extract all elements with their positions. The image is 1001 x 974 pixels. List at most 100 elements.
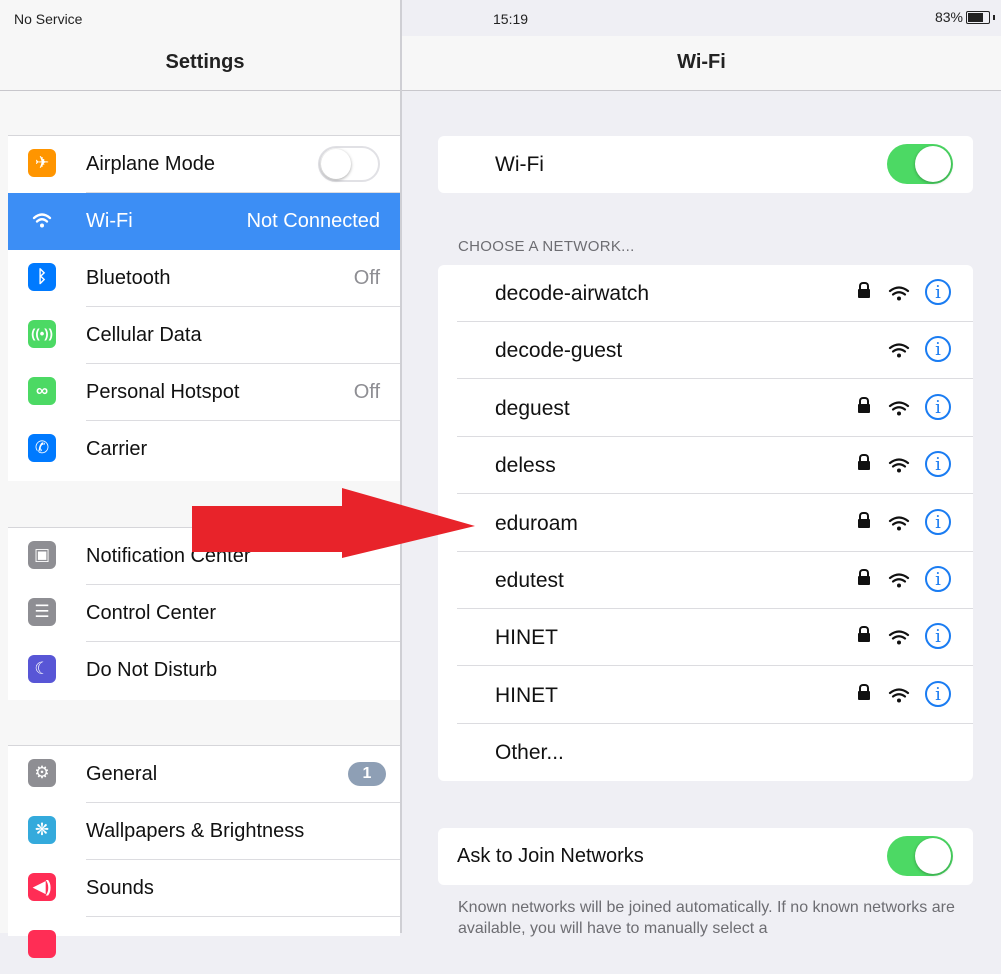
wifi-signal-icon (888, 687, 910, 705)
network-name: HINET (495, 683, 558, 707)
toggle-knob (915, 838, 951, 874)
info-icon[interactable]: i (925, 393, 951, 420)
sidebar-item-sounds[interactable]: ◀) Sounds (8, 860, 400, 917)
network-row-other[interactable]: Other... (438, 724, 973, 781)
network-row[interactable]: HINET i (438, 609, 973, 667)
network-name: deless (495, 454, 556, 478)
sidebar-item-label: Sounds (86, 877, 154, 899)
info-icon[interactable]: i (925, 451, 951, 478)
cellular-icon: ((•)) (28, 320, 56, 348)
settings-title: Settings (165, 51, 245, 73)
settings-group-connectivity: ✈ Airplane Mode Wi-Fi Not Connected ᛒ Bl… (8, 135, 400, 481)
gear-icon: ⚙ (28, 759, 56, 787)
hotspot-status-value: Off (353, 381, 380, 403)
battery-tip (993, 14, 995, 20)
app-icon (28, 930, 56, 958)
network-row[interactable]: decode-guest i (438, 322, 973, 380)
ask-join-toggle[interactable] (887, 836, 953, 876)
sidebar-item-next[interactable] (8, 917, 400, 974)
sidebar-item-personal-hotspot[interactable]: ∞ Personal Hotspot Off (8, 364, 400, 421)
sidebar-item-label: Control Center (86, 602, 217, 624)
sidebar-item-general[interactable]: ⚙ General 1 (8, 746, 400, 803)
network-row[interactable]: deguest i (438, 380, 973, 437)
settings-group-general: ⚙ General 1 ❋ Wallpapers & Brightness ◀)… (8, 745, 400, 958)
sidebar-item-wifi[interactable]: Wi-Fi Not Connected (8, 193, 400, 250)
notification-icon: ▣ (28, 541, 56, 569)
pane-divider (400, 0, 402, 933)
battery-fill (968, 12, 983, 22)
wifi-signal-icon (888, 515, 910, 533)
wifi-toggle[interactable] (887, 144, 953, 184)
wifi-signal-icon (888, 285, 910, 303)
info-icon[interactable]: i (925, 508, 951, 535)
battery-percent: 83% (934, 9, 963, 25)
network-list: decode-airwatch i decode-guest i deguest i del… (438, 265, 973, 781)
control-center-icon: ☰ (28, 598, 56, 626)
sidebar-item-label: Bluetooth (86, 267, 171, 289)
lock-icon (858, 454, 870, 471)
wifi-icon (28, 206, 56, 234)
sidebar-item-notification-center[interactable]: ▣ Notification Center (8, 528, 400, 585)
bluetooth-icon: ᛒ (28, 263, 56, 291)
toggle-knob (915, 146, 951, 182)
lock-icon (858, 511, 870, 529)
speaker-icon: ◀) (28, 873, 56, 901)
info-icon[interactable]: i (925, 680, 951, 707)
phone-icon: ✆ (28, 434, 56, 462)
network-row[interactable]: deless i (438, 437, 973, 495)
info-icon[interactable]: i (925, 336, 951, 363)
sidebar-item-carrier[interactable]: ✆ Carrier (8, 421, 400, 478)
wifi-toggle-label: Wi-Fi (495, 153, 544, 176)
info-icon[interactable]: i (925, 623, 951, 650)
airplane-mode-toggle[interactable] (318, 146, 380, 182)
wifi-signal-icon (888, 342, 910, 360)
network-row[interactable]: decode-airwatch i (438, 265, 973, 322)
hotspot-icon: ∞ (28, 377, 56, 405)
battery-status: 83% (935, 9, 995, 25)
network-row[interactable]: HINET i (438, 667, 973, 724)
wifi-signal-icon (888, 629, 910, 647)
sidebar-item-wallpapers[interactable]: ❋ Wallpapers & Brightness (8, 803, 400, 860)
network-name: decode-airwatch (495, 282, 650, 305)
settings-group-notifications: ▣ Notification Center ☰ Control Center ☾… (8, 527, 400, 700)
clock: 15:19 (493, 11, 529, 27)
battery-icon (966, 10, 990, 24)
sidebar-item-label: Notification Center (86, 545, 251, 567)
sidebar-item-control-center[interactable]: ☰ Control Center (8, 585, 400, 642)
info-icon[interactable]: i (925, 566, 951, 592)
sidebar-item-airplane-mode[interactable]: ✈ Airplane Mode (8, 136, 400, 193)
network-name: eduroam (495, 511, 578, 535)
sidebar-item-label: Airplane Mode (86, 153, 215, 175)
bluetooth-status-value: Off (353, 267, 380, 289)
sidebar-item-label: Personal Hotspot (86, 381, 240, 403)
general-badge: 1 (348, 762, 386, 786)
network-name: HINET (495, 626, 558, 650)
lock-icon (858, 626, 870, 643)
wifi-icon-glyph (32, 213, 52, 228)
wifi-title: Wi-Fi (677, 51, 726, 73)
network-row[interactable]: edutest i (438, 552, 973, 609)
sidebar-item-label: Wallpapers & Brightness (86, 820, 305, 842)
wifi-signal-icon (888, 457, 910, 475)
lock-icon (858, 282, 870, 299)
sidebar-item-cellular-data[interactable]: ((•)) Cellular Data (8, 307, 400, 364)
sidebar-item-do-not-disturb[interactable]: ☾ Do Not Disturb (8, 642, 400, 699)
sidebar-item-label: General (86, 763, 158, 785)
airplane-icon: ✈ (28, 149, 56, 177)
network-name: decode-guest (495, 339, 623, 363)
network-name: deguest (495, 396, 570, 420)
sidebar-item-label: Wi-Fi (86, 210, 133, 232)
sidebar-item-label: Carrier (86, 438, 148, 460)
info-icon[interactable]: i (925, 279, 951, 305)
wallpaper-icon: ❋ (28, 816, 56, 844)
wifi-toggle-card: Wi-Fi (438, 136, 973, 193)
wifi-signal-icon (888, 400, 910, 418)
sidebar-item-bluetooth[interactable]: ᛒ Bluetooth Off (8, 250, 400, 307)
moon-icon: ☾ (28, 655, 56, 683)
lock-icon (858, 396, 870, 414)
ask-join-label: Ask to Join Networks (457, 845, 644, 867)
lock-icon (858, 683, 870, 701)
carrier-status: No Service (14, 11, 83, 27)
wifi-status-value: Not Connected (246, 210, 380, 232)
network-row[interactable]: eduroam i (438, 495, 973, 552)
